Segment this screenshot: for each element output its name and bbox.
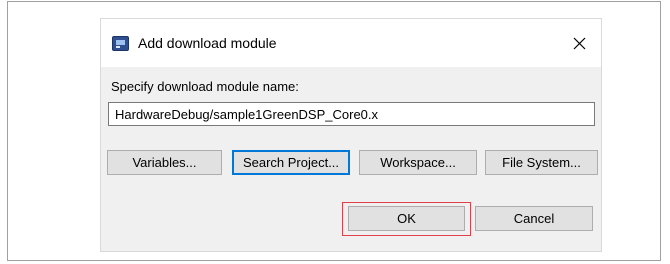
app-window-icon xyxy=(112,36,129,51)
module-name-prompt: Specify download module name: xyxy=(111,79,299,94)
variables-button[interactable]: Variables... xyxy=(107,150,222,175)
file-system-button[interactable]: File System... xyxy=(485,150,598,175)
add-download-module-dialog: Add download module Specify download mod… xyxy=(100,18,602,252)
dialog-title: Add download module xyxy=(138,35,277,51)
cancel-button[interactable]: Cancel xyxy=(475,206,593,231)
module-name-input[interactable] xyxy=(108,102,595,126)
dialog-titlebar: Add download module xyxy=(101,19,601,67)
workspace-button[interactable]: Workspace... xyxy=(359,150,477,175)
close-button[interactable] xyxy=(567,31,591,55)
screenshot-frame: Add download module Specify download mod… xyxy=(7,1,661,261)
ok-button[interactable]: OK xyxy=(348,206,465,231)
search-project-button[interactable]: Search Project... xyxy=(232,150,350,175)
close-icon xyxy=(573,37,585,49)
